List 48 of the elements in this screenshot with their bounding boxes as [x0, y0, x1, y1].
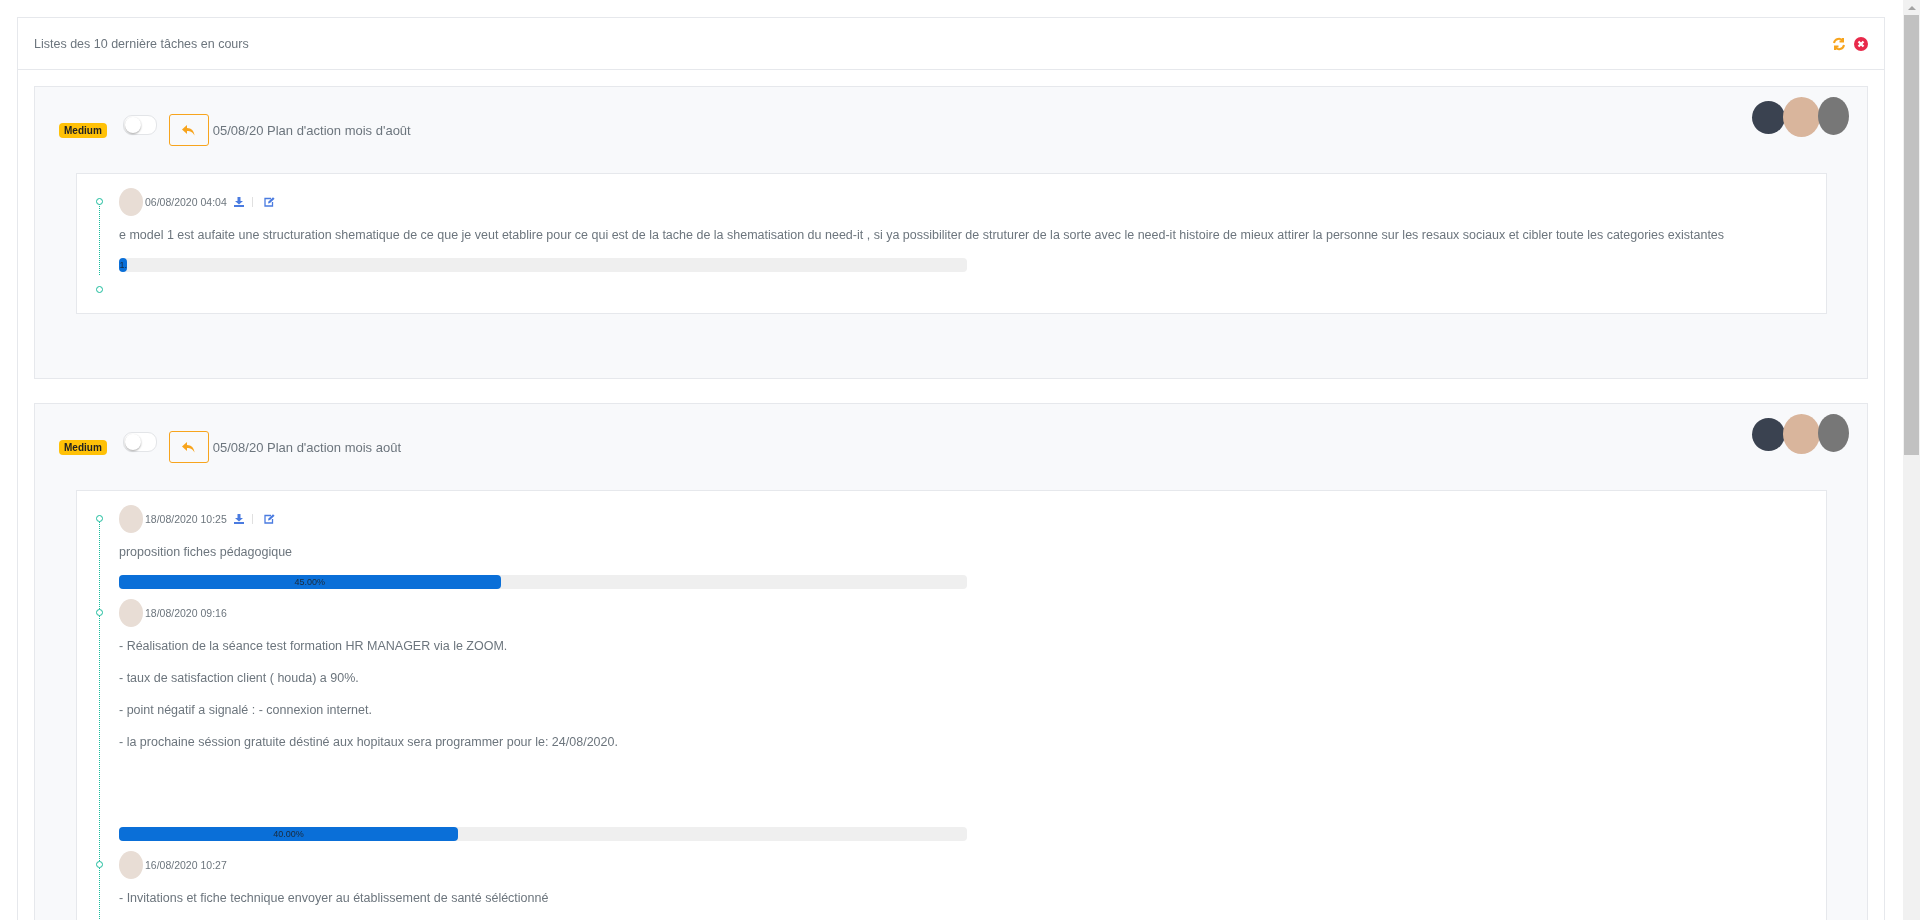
- progress-label: 1.: [119, 260, 127, 270]
- task-title: 05/08/20 Plan d'action mois août: [212, 439, 401, 455]
- toggle-switch[interactable]: [122, 432, 157, 452]
- toggle-switch[interactable]: [122, 115, 157, 135]
- comment-text: - la prochaine séssion gratuite déstiné aux hopitaux sera programmer pour le: 24/08/2020.: [119, 734, 619, 751]
- comment-date: 16/08/2020 10:27: [145, 859, 227, 871]
- avatar: [1783, 414, 1820, 454]
- avatar: [1818, 97, 1849, 135]
- timeline-dot: [96, 861, 103, 868]
- avatar: [1818, 414, 1849, 452]
- comment-text: - point négatif a signalé : - connexion internet.: [119, 702, 373, 719]
- reply-button[interactable]: [168, 114, 209, 146]
- comment-date: 18/08/2020 10:25: [145, 513, 227, 525]
- avatar: [1752, 101, 1785, 134]
- progress-label: 45.00%: [294, 577, 326, 587]
- comment-date: 06/08/2020 04:04: [145, 196, 227, 208]
- progress-label: 40.00%: [273, 829, 304, 839]
- comment-text: - taux de satisfaction client ( houda) a 90%.: [119, 670, 360, 687]
- comment-text: - Réalisation de la séance test formation HR MANAGER via le ZOOM.: [119, 638, 509, 655]
- avatar: [1783, 97, 1820, 137]
- reply-arrow-icon: [182, 124, 196, 136]
- refresh-icon[interactable]: [1832, 36, 1846, 51]
- priority-badge: Medium: [59, 122, 107, 138]
- scrollbar-thumb[interactable]: [1904, 15, 1919, 455]
- timeline-dot: [96, 198, 103, 205]
- download-icon[interactable]: [233, 514, 244, 524]
- reply-arrow-icon: [182, 441, 196, 453]
- reply-button[interactable]: [168, 431, 209, 463]
- timeline-dot: [96, 515, 103, 522]
- timeline-dot: [96, 286, 103, 293]
- avatar: [119, 188, 143, 216]
- avatar: [119, 599, 143, 627]
- avatar: [119, 851, 143, 879]
- priority-badge: Medium: [59, 439, 107, 455]
- scrollbar[interactable]: [1903, 0, 1920, 920]
- edit-icon[interactable]: [263, 197, 275, 207]
- comment-date: 18/08/2020 09:16: [145, 607, 227, 619]
- timeline-dot: [96, 609, 103, 616]
- close-icon[interactable]: [1854, 36, 1868, 51]
- edit-icon[interactable]: [263, 514, 275, 524]
- panel-title: Listes des 10 dernière tâches en cours: [34, 36, 249, 51]
- avatar: [1752, 418, 1785, 451]
- download-icon[interactable]: [233, 197, 244, 207]
- avatar: [119, 505, 143, 533]
- comment-text: proposition fiches pédagogique: [119, 544, 294, 561]
- task-title: 05/08/20 Plan d'action mois d'août: [212, 122, 411, 138]
- comment-text: e model 1 est aufaite une structuration shematique de ce que je veut etablire pour ce qui est de la tache de la shematisation du need-it , si ya possibiliter de struturer de la sorte avec le need-it histoire de mieux attirer la personne sur les resaux sociaux et cibler toute les categories existantes: [119, 227, 1726, 244]
- comment-text: - Invitations et fiche technique envoyer au établissement de santé séléctionné: [119, 890, 550, 907]
